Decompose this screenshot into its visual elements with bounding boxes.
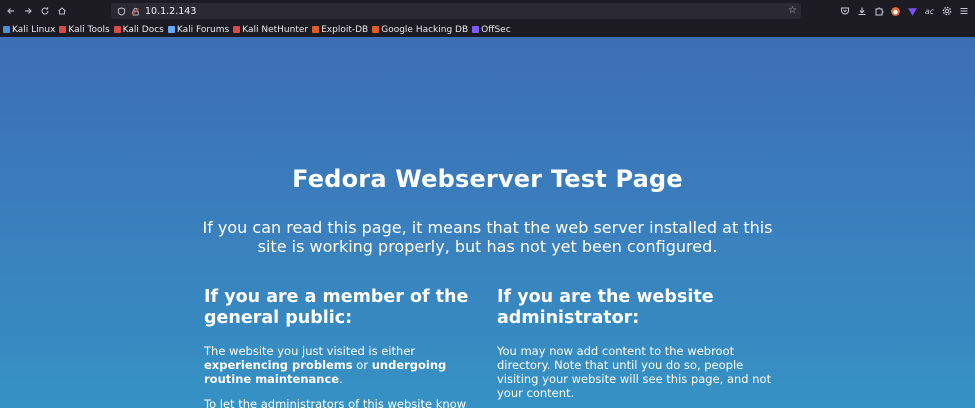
home-icon[interactable] (54, 3, 70, 19)
insecure-lock-icon[interactable] (130, 6, 140, 16)
admin-paragraph-1: You may now add content to the webroot d… (497, 344, 772, 400)
bookmark-label: Exploit-DB (321, 24, 369, 35)
offsec-icon (472, 26, 480, 33)
back-arrow-icon[interactable] (3, 3, 19, 19)
public-heading: If you are a member of the general publi… (204, 287, 469, 328)
hamburger-menu-icon[interactable] (956, 4, 971, 19)
bookmark-kali-linux[interactable]: Kali Linux (3, 25, 55, 35)
tracking-shield-icon[interactable] (116, 6, 126, 16)
bookmark-label: Kali Forums (176, 24, 230, 35)
kali-docs-icon (113, 26, 121, 33)
admin-heading: If you are the website administrator: (497, 287, 714, 328)
toolbar-actions: ac (837, 3, 971, 19)
hacktools-extension-icon[interactable]: ac (922, 4, 937, 19)
bookmark-star-icon[interactable]: ☆ (788, 5, 797, 16)
page-title: Fedora Webserver Test Page (292, 165, 683, 193)
intro-text: If you can read this page, it means that… (202, 218, 773, 256)
downloads-icon[interactable] (854, 4, 869, 19)
bookmark-exploit-db[interactable]: Exploit-DB (312, 25, 368, 35)
kali-forums-icon (167, 26, 175, 33)
settings-gear-icon[interactable] (939, 4, 954, 19)
nethunter-icon (233, 26, 241, 33)
public-paragraph-1: The website you just visited is either e… (204, 344, 479, 386)
text-segment: . (339, 372, 343, 386)
bookmark-offsec[interactable]: OffSec (472, 24, 511, 35)
bookmark-label: Kali Linux (12, 24, 56, 35)
url-text[interactable]: 10.1.2.143 (145, 6, 196, 17)
text-segment: or (352, 358, 372, 372)
bookmark-kali-forums[interactable]: Kali Forums (167, 24, 230, 35)
page-content: Fedora Webserver Test Page If you can re… (0, 37, 975, 408)
bookmark-label: Kali NetHunter (242, 24, 309, 35)
bookmark-kali-tools[interactable]: Kali Tools (59, 24, 110, 35)
pocket-icon[interactable] (837, 4, 852, 19)
bookmark-kali-nethunter[interactable]: Kali NetHunter (233, 25, 308, 35)
foxyproxy-extension-icon[interactable] (888, 4, 903, 19)
bookmark-kali-docs[interactable]: Kali Docs (113, 24, 164, 35)
address-bar[interactable]: 10.1.2.143 ☆ (111, 3, 801, 19)
admin-section: If you are the website administrator: Yo… (497, 287, 772, 400)
wappalyzer-extension-icon[interactable] (905, 4, 920, 19)
bookmark-label: OffSec (481, 24, 511, 35)
public-paragraph-2: To let the administrators of this websit… (204, 397, 467, 408)
forward-arrow-icon[interactable] (20, 3, 36, 19)
extensions-puzzle-icon[interactable] (871, 4, 886, 19)
ghdb-icon (372, 26, 380, 33)
bold-text: experiencing problems (204, 358, 353, 372)
exploit-db-icon (312, 26, 320, 33)
bookmark-label: Kali Docs (122, 24, 164, 35)
bookmarks-toolbar: Kali Linux Kali Tools Kali Docs Kali For… (0, 22, 975, 37)
bookmark-google-hacking-db[interactable]: Google Hacking DB (372, 25, 468, 35)
bookmark-label: Kali Tools (68, 24, 110, 35)
bookmark-label: Google Hacking DB (381, 24, 469, 35)
kali-dragon-icon (3, 26, 10, 33)
text-segment: The website you just visited is either (204, 344, 416, 358)
browser-toolbar: 10.1.2.143 ☆ ac (0, 0, 975, 22)
public-section: If you are a member of the general publi… (204, 287, 479, 408)
kali-tools-icon (59, 26, 67, 33)
reload-icon[interactable] (37, 3, 53, 19)
